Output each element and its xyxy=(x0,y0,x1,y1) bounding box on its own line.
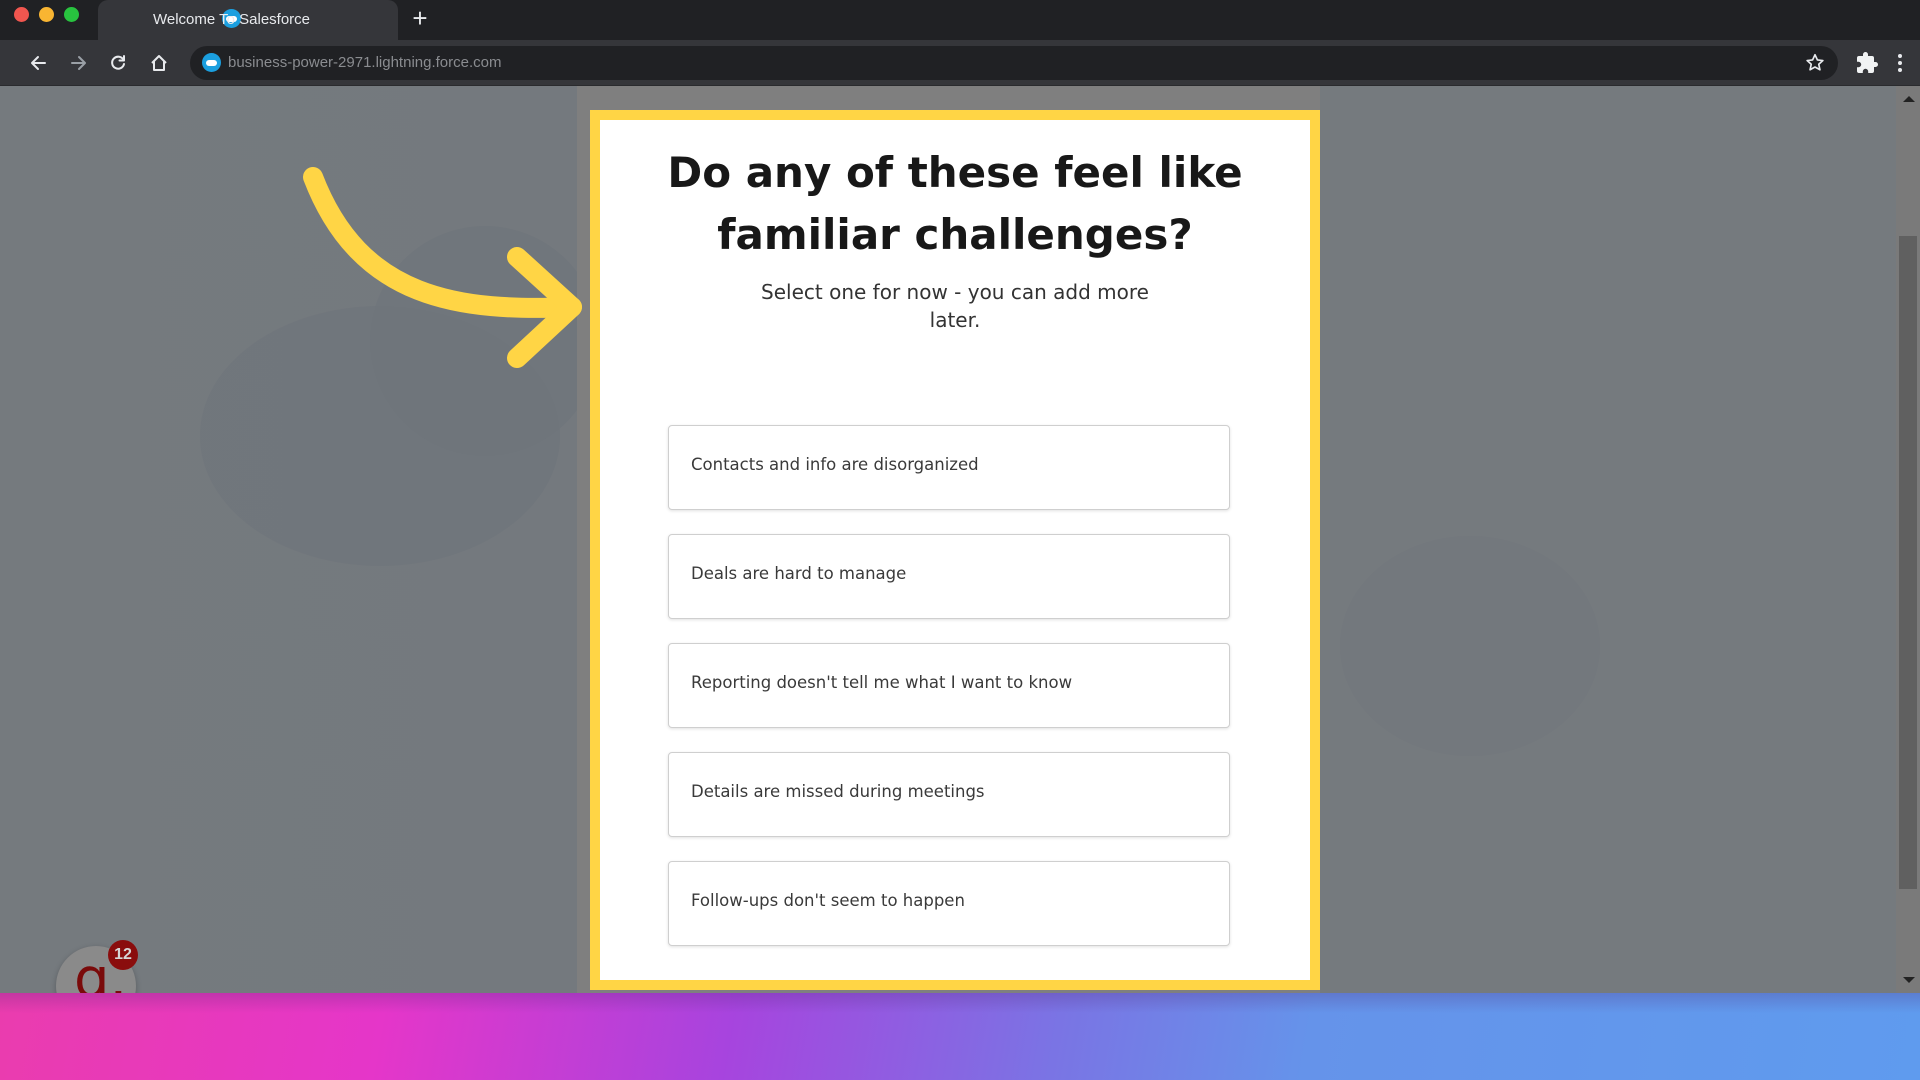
challenge-option[interactable]: Details are missed during meetings xyxy=(668,752,1230,837)
scroll-down-arrow-icon[interactable] xyxy=(1903,977,1915,983)
challenges-dialog: Do any of these feel like familiar chall… xyxy=(600,120,1310,980)
challenges-dialog-highlight: Do any of these feel like familiar chall… xyxy=(590,110,1320,990)
forward-button[interactable] xyxy=(63,48,93,78)
minimize-window-button[interactable] xyxy=(39,7,54,22)
scroll-up-arrow-icon[interactable] xyxy=(1903,96,1915,102)
tab-bar: Welcome To Salesforce + xyxy=(0,0,1920,40)
dialog-title: Do any of these feel like familiar chall… xyxy=(667,148,1243,259)
tab-title: Welcome To Salesforce xyxy=(153,11,311,28)
page-viewport: Do any of these feel like familiar chall… xyxy=(0,86,1920,993)
home-button[interactable] xyxy=(144,48,174,78)
challenge-option[interactable]: Reporting doesn't tell me what I want to… xyxy=(668,643,1230,728)
home-icon xyxy=(151,55,167,71)
back-button[interactable] xyxy=(24,48,54,78)
site-favicon-icon xyxy=(202,53,221,72)
reload-icon xyxy=(111,55,125,70)
notification-badge: 12 xyxy=(108,940,138,970)
star-icon[interactable] xyxy=(1804,52,1826,74)
browser-toolbar: business-power-2971.lightning.force.com xyxy=(0,40,1920,86)
challenge-option[interactable]: Contacts and info are disorganized xyxy=(668,425,1230,510)
bottom-gradient-banner xyxy=(0,993,1920,1080)
challenge-option[interactable]: Deals are hard to manage xyxy=(668,534,1230,619)
reload-button[interactable] xyxy=(103,48,133,78)
option-label: Deals are hard to manage xyxy=(691,564,907,583)
new-tab-button[interactable]: + xyxy=(406,4,434,32)
arrow-right-icon xyxy=(71,56,86,70)
close-window-button[interactable] xyxy=(14,7,29,22)
option-label: Follow-ups don't seem to happen xyxy=(691,891,965,910)
tab-welcome-to-salesforce[interactable]: Welcome To Salesforce xyxy=(98,0,398,40)
background-cloud-shape xyxy=(370,226,600,456)
option-label: Contacts and info are disorganized xyxy=(691,455,979,474)
maximize-window-button[interactable] xyxy=(64,7,79,22)
arrow-left-icon xyxy=(31,56,46,70)
dialog-subtitle: Select one for now - you can add more la… xyxy=(761,280,1149,332)
address-bar[interactable]: business-power-2971.lightning.force.com xyxy=(190,46,1838,80)
url-text[interactable]: business-power-2971.lightning.force.com xyxy=(228,54,501,71)
kebab-menu-icon[interactable] xyxy=(1892,50,1908,76)
vertical-scrollbar[interactable] xyxy=(1896,86,1920,993)
scrollbar-thumb[interactable] xyxy=(1899,236,1917,889)
challenge-option[interactable]: Follow-ups don't seem to happen xyxy=(668,861,1230,946)
option-label: Reporting doesn't tell me what I want to… xyxy=(691,673,1073,692)
option-label: Details are missed during meetings xyxy=(691,782,985,801)
background-cloud-shape xyxy=(1340,536,1600,756)
puzzle-icon[interactable] xyxy=(1855,51,1879,75)
screen: Welcome To Salesforce + business-power-2… xyxy=(0,0,1920,1080)
